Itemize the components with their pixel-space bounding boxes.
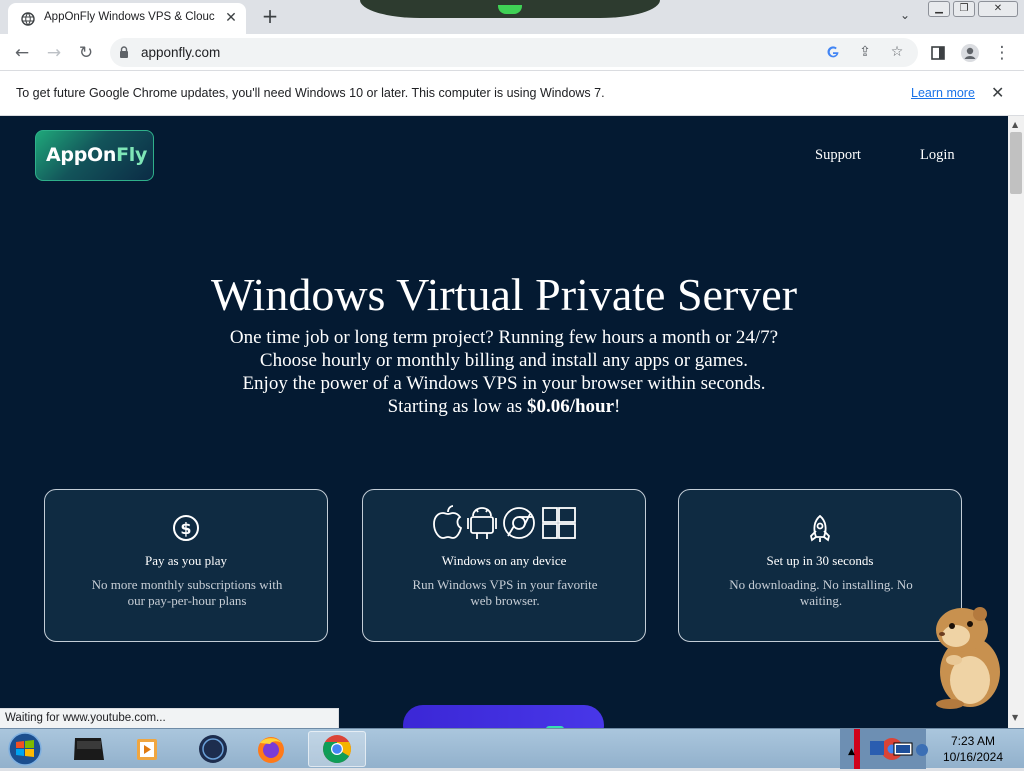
lock-icon xyxy=(120,46,128,58)
profile-avatar-icon[interactable] xyxy=(958,41,982,65)
back-button[interactable]: ← xyxy=(10,41,34,65)
hero-line-4: Starting as low as $0.06/hour! xyxy=(0,396,1008,418)
logo-text: AppOnFly xyxy=(46,144,147,166)
learn-more-link[interactable]: Learn more xyxy=(911,86,975,100)
update-infobar: To get future Google Chrome updates, you… xyxy=(0,71,1024,116)
browser-tab[interactable]: AppOnFly Windows VPS & Clouc ✕ xyxy=(8,3,246,34)
nav-support-link[interactable]: Support xyxy=(815,147,861,164)
tab-title: AppOnFly Windows VPS & Clouc xyxy=(44,11,215,23)
clock-time[interactable]: 7:23 AM xyxy=(932,734,1014,748)
browser-toolbar: ← → ↻ apponfly.com ⇪ ☆ ⋮ xyxy=(0,34,1024,71)
hero-price: $0.06/hour xyxy=(526,396,615,417)
hero-line-1: One time job or long term project? Runni… xyxy=(229,327,779,348)
hero-line-4-suffix: ! xyxy=(614,396,621,417)
menu-kebab-icon[interactable]: ⋮ xyxy=(990,41,1014,65)
card-description: No downloading. No installing. No waitin… xyxy=(729,577,913,608)
card-title: Pay as you play xyxy=(145,553,227,568)
scrollbar-thumb[interactable] xyxy=(1010,132,1022,194)
hero-line-2: Choose hourly or monthly billing and ins… xyxy=(259,350,749,371)
vertical-scrollbar[interactable]: ▲ ▼ xyxy=(1008,116,1024,728)
share-icon[interactable]: ⇪ xyxy=(854,41,876,63)
status-bubble: Waiting for www.youtube.com... xyxy=(0,708,339,728)
webcam-led xyxy=(498,5,522,14)
svg-text:$: $ xyxy=(180,519,191,538)
reload-button[interactable]: ↻ xyxy=(74,41,98,65)
page-content: AppOnFly Support Login Windows Virtual P… xyxy=(0,116,1008,728)
scroll-down-arrow-icon[interactable]: ▼ xyxy=(1012,713,1018,722)
tab-strip: AppOnFly Windows VPS & Clouc ✕ + ⌄ ▁ ❐ ✕ xyxy=(0,0,1024,34)
card-title: Windows on any device xyxy=(441,553,567,568)
close-window-button[interactable]: ✕ xyxy=(978,1,1018,17)
start-button[interactable] xyxy=(5,731,45,767)
card-description: Run Windows VPS in your favorite web bro… xyxy=(412,577,598,608)
webcam-overlay xyxy=(360,0,660,18)
minimize-button[interactable]: ▁ xyxy=(928,1,950,17)
url-text: apponfly.com xyxy=(141,45,221,60)
maximize-button[interactable]: ❐ xyxy=(953,1,975,17)
dollar-icon: $ xyxy=(45,514,327,546)
infobar-message: To get future Google Chrome updates, you… xyxy=(16,86,605,100)
bookmark-star-icon[interactable]: ☆ xyxy=(886,41,908,63)
platforms-icon xyxy=(363,503,645,547)
logo-text-part1: AppOn xyxy=(46,144,117,166)
taskbar-chrome[interactable] xyxy=(308,731,366,767)
hero-title: Windows Virtual Private Server xyxy=(210,269,798,320)
hamster-sticker-image xyxy=(936,607,1000,709)
address-bar[interactable]: apponfly.com ⇪ ☆ xyxy=(110,38,918,67)
new-tab-button[interactable]: + xyxy=(260,6,280,26)
logo-text-part2: Fly xyxy=(116,144,148,166)
card-title: Set up in 30 seconds xyxy=(766,553,874,568)
windows-taskbar: ▲ 7:23 AM 10/16/2024 xyxy=(0,728,1024,769)
scroll-up-arrow-icon[interactable]: ▲ xyxy=(1012,120,1018,129)
hero-line-3: Enjoy the power of a Windows VPS in your… xyxy=(242,373,766,394)
taskbar-player-app[interactable] xyxy=(118,731,176,767)
clock-date[interactable]: 10/16/2024 xyxy=(932,750,1014,764)
svg-text:▲: ▲ xyxy=(848,747,855,757)
nav-login-link[interactable]: Login xyxy=(920,147,955,164)
google-icon[interactable] xyxy=(822,41,844,63)
hero-line-4-prefix: Starting as low as xyxy=(387,396,527,417)
side-panel-icon[interactable] xyxy=(926,41,950,65)
cta-button[interactable] xyxy=(403,705,604,728)
infobar-close-icon[interactable]: ✕ xyxy=(991,83,1004,102)
apponfly-logo[interactable]: AppOnFly xyxy=(35,130,154,181)
card-description: No more monthly subscriptions with our p… xyxy=(91,577,283,608)
taskbar-globe-app[interactable] xyxy=(184,731,242,767)
globe-icon xyxy=(21,12,35,26)
tab-search-icon[interactable]: ⌄ xyxy=(896,8,914,26)
tab-close-icon[interactable]: ✕ xyxy=(223,10,239,26)
feature-card-pay: $ Pay as you play No more monthly subscr… xyxy=(44,489,328,642)
status-text: Waiting for www.youtube.com... xyxy=(5,712,166,724)
taskbar-firefox[interactable] xyxy=(242,731,300,767)
taskbar-media-app[interactable] xyxy=(60,731,118,767)
rocket-icon xyxy=(679,514,961,548)
forward-button[interactable]: → xyxy=(42,41,66,65)
feature-card-devices: Windows on any device Run Windows VPS in… xyxy=(362,489,646,642)
